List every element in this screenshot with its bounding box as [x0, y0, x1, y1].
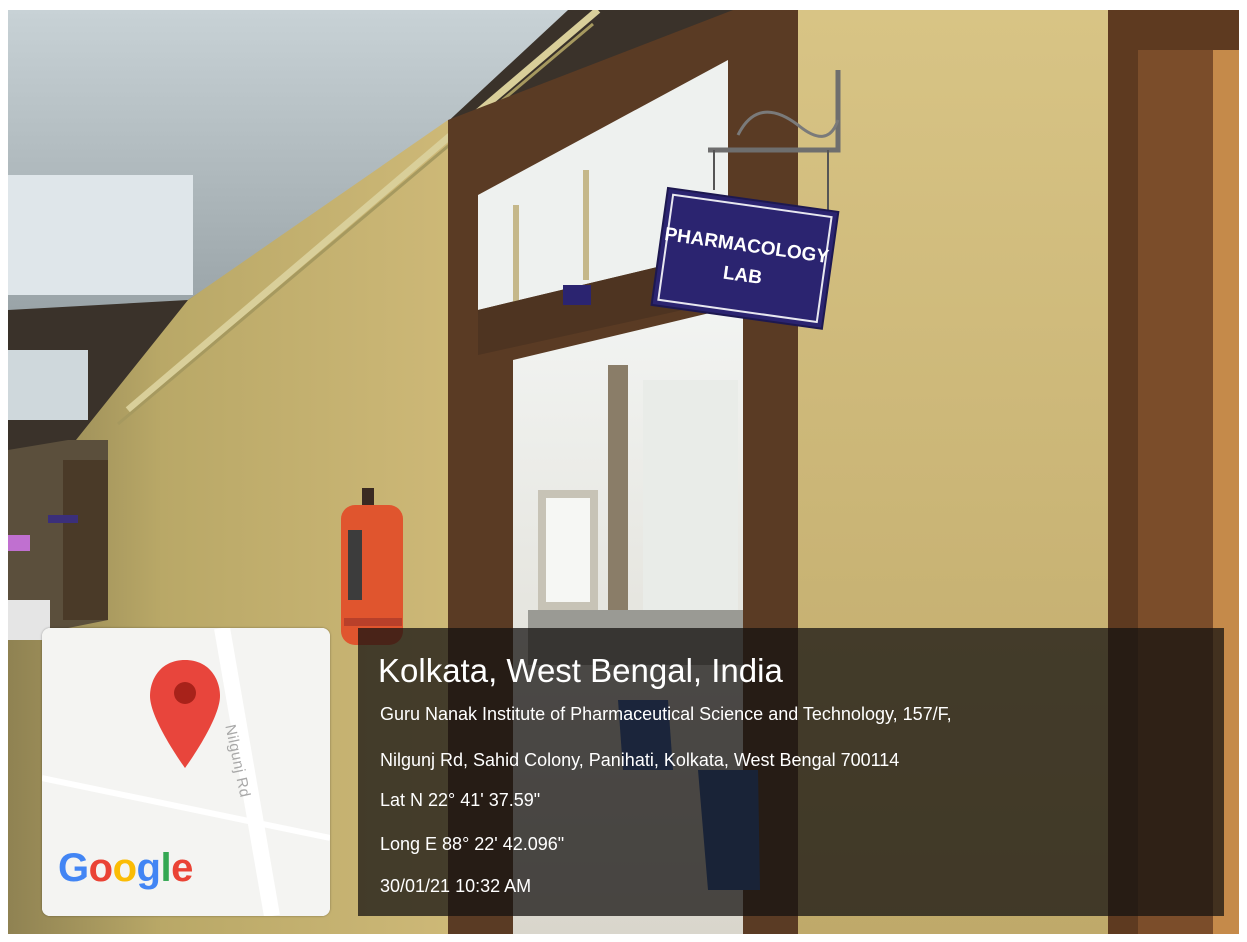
- timestamp: 30/01/21 10:32 AM: [380, 876, 532, 896]
- transom-rod: [513, 205, 519, 305]
- location-info-panel: Kolkata, West Bengal, India Guru Nanak I…: [358, 628, 1224, 916]
- ceiling-beam-far: [8, 350, 88, 420]
- map-thumbnail[interactable]: Nilgunj Rd Google: [42, 628, 330, 916]
- google-logo: Google: [58, 846, 193, 891]
- pharmacology-lab-sign: PHARMACOLOGY LAB: [650, 186, 840, 330]
- address-line-1: Guru Nanak Institute of Pharmaceutical S…: [380, 704, 952, 724]
- latitude: Lat N 22° 41' 37.59": [380, 790, 541, 810]
- lab-pillar: [608, 365, 628, 625]
- location-title: Kolkata, West Bengal, India: [378, 652, 783, 689]
- lab-window: [546, 498, 590, 602]
- small-door-sign: [563, 285, 591, 305]
- google-letter-e: e: [171, 846, 193, 890]
- lab-window-right: [643, 380, 738, 610]
- extinguisher-band: [344, 618, 402, 626]
- google-letter-l: l: [160, 846, 172, 890]
- google-letter-g2: g: [136, 846, 161, 890]
- google-letter-o2: o: [112, 846, 137, 890]
- ceiling-beam: [8, 175, 193, 295]
- far-sign: [48, 515, 78, 523]
- google-letter-o1: o: [88, 846, 113, 890]
- far-light: [8, 535, 30, 551]
- far-door: [63, 460, 108, 620]
- transom-rod-2: [583, 170, 589, 280]
- google-letter-g: G: [58, 846, 89, 890]
- extinguisher-label: [348, 530, 362, 600]
- address-line-2: Nilgunj Rd, Sahid Colony, Panihati, Kolk…: [380, 750, 900, 770]
- longitude: Long E 88° 22' 42.096": [380, 834, 565, 854]
